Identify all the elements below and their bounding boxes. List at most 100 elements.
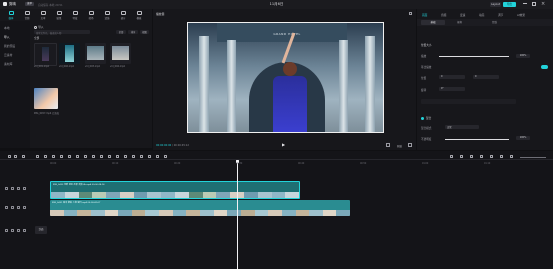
preview-frame[interactable]: GRAND HOTEL bbox=[187, 22, 384, 133]
crop-icon[interactable] bbox=[386, 143, 390, 147]
prop-tab-2[interactable]: 变速 bbox=[460, 13, 465, 17]
media-item[interactable] bbox=[59, 43, 80, 64]
toolbar-item-4[interactable]: 特效 bbox=[68, 11, 82, 20]
subtab-basic[interactable]: 基础 bbox=[421, 20, 445, 25]
media-item[interactable] bbox=[85, 43, 106, 64]
maximize-icon[interactable] bbox=[532, 2, 536, 6]
scale-value[interactable]: 100% bbox=[516, 54, 530, 58]
track-control-icon[interactable] bbox=[17, 229, 20, 232]
toolbar-item-0[interactable]: 媒体 bbox=[4, 11, 18, 20]
position-y-field[interactable]: 0 bbox=[473, 75, 499, 79]
track-control-icon[interactable] bbox=[17, 187, 20, 190]
timeline-option-icon[interactable] bbox=[470, 155, 473, 158]
track-control-icon[interactable] bbox=[11, 229, 14, 232]
timeline-tool-icon[interactable] bbox=[132, 155, 135, 158]
opacity-slider[interactable] bbox=[445, 139, 509, 140]
cover-button[interactable]: 封面 bbox=[35, 226, 47, 234]
subtab-cutout[interactable]: 抠像 bbox=[457, 20, 462, 25]
subtab-mask[interactable]: 蒙版 bbox=[492, 20, 497, 25]
sidebar-item-4[interactable]: 素材库 bbox=[4, 62, 12, 66]
timeline-option-icon[interactable] bbox=[480, 155, 483, 158]
toolbar-item-8[interactable]: 模板 bbox=[132, 11, 146, 20]
export-button[interactable]: 导出 bbox=[503, 2, 516, 7]
position-x-field[interactable]: 0 bbox=[439, 75, 465, 79]
prop-tab-1[interactable]: 音频 bbox=[441, 13, 446, 17]
fullscreen-icon[interactable] bbox=[408, 143, 412, 147]
toolbar-item-7[interactable]: 调节 bbox=[116, 11, 130, 20]
track-control-icon[interactable] bbox=[5, 229, 8, 232]
layout-button[interactable]: Layout bbox=[490, 2, 501, 7]
blend-checkbox[interactable] bbox=[421, 117, 424, 120]
track-control-icon[interactable] bbox=[11, 206, 14, 209]
media-item[interactable] bbox=[110, 43, 131, 64]
rotation-field[interactable]: 0° bbox=[439, 87, 465, 91]
track-control-icon[interactable] bbox=[23, 187, 26, 190]
track-control-icon[interactable] bbox=[17, 206, 20, 209]
timeline-tool-icon[interactable] bbox=[92, 155, 95, 158]
filter-view[interactable]: 视图 bbox=[140, 30, 149, 34]
timeline-tool-icon[interactable] bbox=[44, 155, 47, 158]
track-control-icon[interactable] bbox=[11, 187, 14, 190]
sidebar-item-1[interactable]: 导入 bbox=[4, 35, 10, 39]
align-toolbar[interactable] bbox=[421, 99, 516, 104]
track-control-icon[interactable] bbox=[5, 206, 8, 209]
timeline-tool-icon[interactable] bbox=[76, 155, 79, 158]
sidebar-item-2[interactable]: 我的预设 bbox=[4, 44, 15, 48]
sidebar-item-0[interactable]: 本地 bbox=[4, 26, 10, 30]
media-item[interactable] bbox=[34, 43, 57, 66]
player-menu-icon[interactable] bbox=[409, 12, 412, 15]
playhead[interactable] bbox=[237, 160, 238, 269]
timeline-tool-icon[interactable] bbox=[148, 155, 151, 158]
timeline-tool-icon[interactable] bbox=[156, 155, 159, 158]
zoom-slider[interactable] bbox=[520, 156, 546, 158]
timeline-tool-icon[interactable] bbox=[108, 155, 111, 158]
timeline-tool-icon[interactable] bbox=[60, 155, 63, 158]
timeline-option-icon[interactable] bbox=[500, 155, 503, 158]
minimize-icon[interactable] bbox=[523, 3, 527, 4]
toolbar-item-2[interactable]: 文本 bbox=[36, 11, 50, 20]
timeline-tool-icon[interactable] bbox=[164, 155, 167, 158]
video-clip-1[interactable]: IMG_0423 河畔 游玩 风景 高清 4k.mp4 00:00:28:14 bbox=[50, 181, 300, 199]
search-input[interactable]: 搜索文件名、描述或人物 bbox=[34, 30, 90, 35]
track-control-icon[interactable] bbox=[5, 187, 8, 190]
toolbar-item-5[interactable]: 转场 bbox=[84, 11, 98, 20]
prop-tab-4[interactable]: 调节 bbox=[498, 13, 503, 17]
toolbar-item-1[interactable]: 音频 bbox=[20, 11, 34, 20]
timeline-option-icon[interactable] bbox=[490, 155, 493, 158]
timeline-option-icon[interactable] bbox=[450, 155, 453, 158]
timeline-tool-icon[interactable] bbox=[52, 155, 55, 158]
filter-all[interactable]: 全部 bbox=[116, 30, 126, 34]
import-button[interactable]: 导入 bbox=[34, 24, 64, 29]
prop-tab-0[interactable]: 画面 bbox=[422, 13, 427, 17]
blend-mode-select[interactable]: 正常 bbox=[445, 125, 479, 129]
filter-sort[interactable]: 排序 bbox=[128, 30, 138, 34]
track-control-icon[interactable] bbox=[23, 206, 26, 209]
timeline-tool-icon[interactable] bbox=[68, 155, 71, 158]
track-control-icon[interactable] bbox=[23, 229, 26, 232]
selection-box[interactable] bbox=[187, 22, 384, 133]
timeline-tool-icon[interactable] bbox=[84, 155, 87, 158]
timeline-option-icon[interactable] bbox=[460, 155, 463, 158]
timeline-tool-icon[interactable] bbox=[140, 155, 143, 158]
timeline-tool-icon[interactable] bbox=[36, 155, 39, 158]
video-clip-2[interactable]: IMG_0431 城市 街拍 人物 夏日.mp4 00:00:42:07 bbox=[50, 200, 350, 216]
sidebar-item-3[interactable]: 云素材 bbox=[4, 53, 12, 57]
timeline-tool-icon[interactable] bbox=[14, 155, 17, 158]
timeline-tool-icon[interactable] bbox=[22, 155, 25, 158]
scale-slider[interactable] bbox=[439, 56, 509, 57]
opacity-value[interactable]: 100% bbox=[516, 136, 530, 140]
toolbar-item-6[interactable]: 滤镜 bbox=[100, 11, 114, 20]
play-button[interactable]: ▶ bbox=[282, 142, 285, 147]
prop-tab-5[interactable]: AI效果 bbox=[517, 13, 525, 17]
timeline-option-icon[interactable] bbox=[510, 155, 513, 158]
uniform-scale-toggle[interactable] bbox=[541, 65, 548, 69]
prop-tab-3[interactable]: 动画 bbox=[479, 13, 484, 17]
timeline-tool-icon[interactable] bbox=[116, 155, 119, 158]
toolbar-item-3[interactable]: 贴纸 bbox=[52, 11, 66, 20]
timeline-tool-icon[interactable] bbox=[8, 155, 11, 158]
close-icon[interactable]: × bbox=[541, 1, 545, 7]
timeline-tool-icon[interactable] bbox=[100, 155, 103, 158]
ratio-select[interactable]: 原始 bbox=[397, 144, 402, 148]
media-item-person[interactable] bbox=[34, 88, 58, 109]
timeline-tool-icon[interactable] bbox=[124, 155, 127, 158]
